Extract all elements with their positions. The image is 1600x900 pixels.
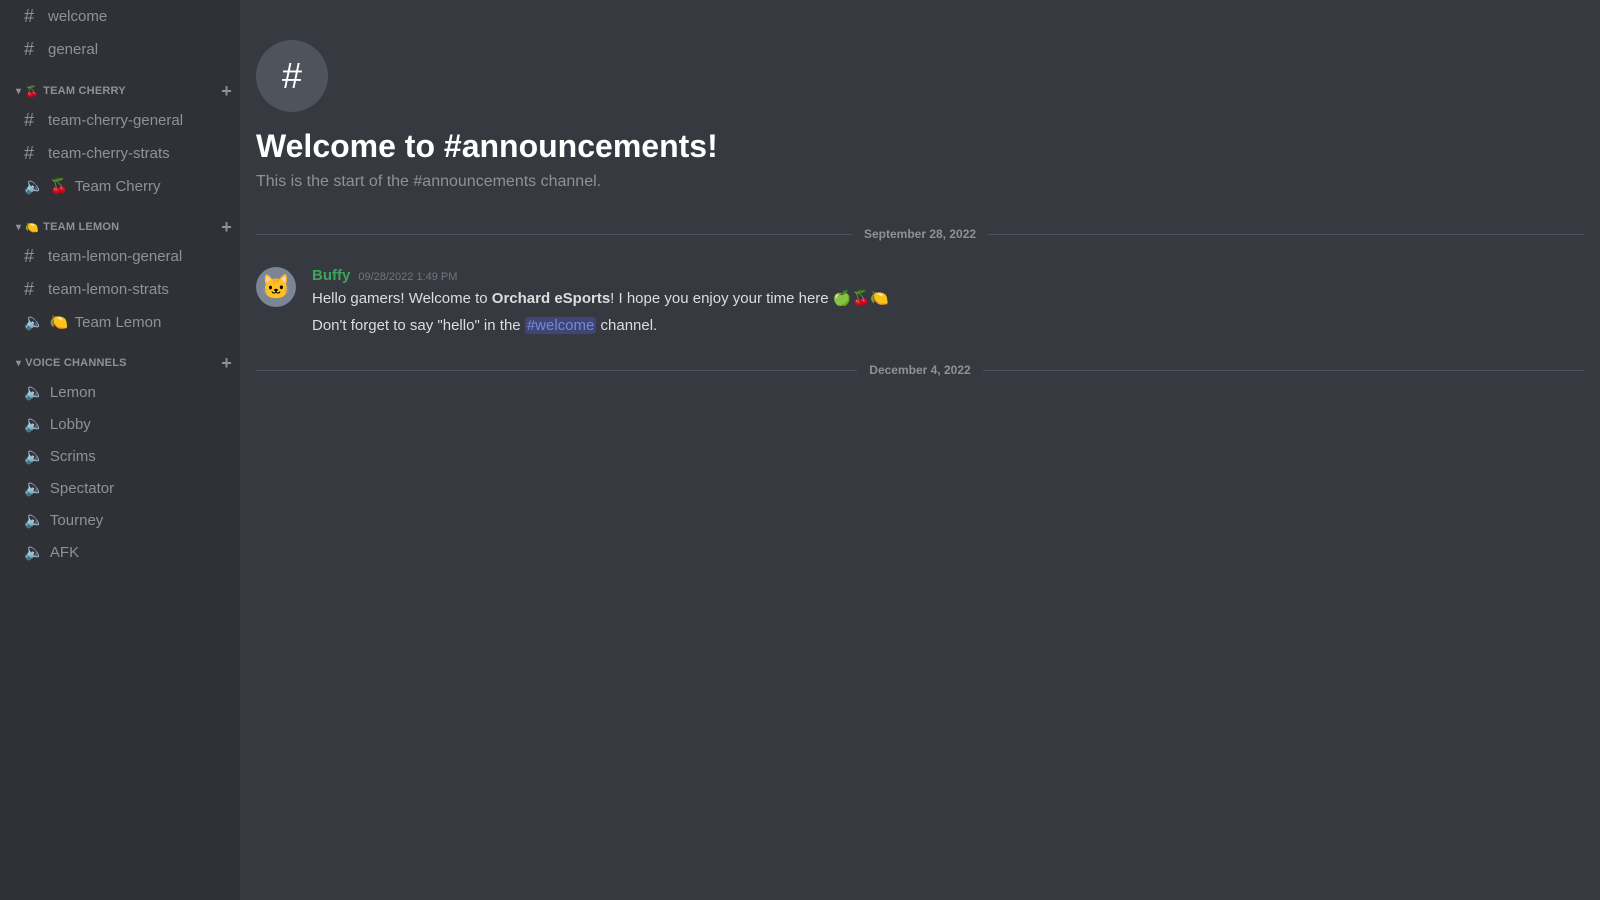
add-channel-button[interactable]: + bbox=[221, 354, 232, 372]
channel-label: AFK bbox=[50, 544, 79, 561]
date-divider-sep28: September 28, 2022 bbox=[240, 219, 1600, 249]
channel-item-welcome[interactable]: # welcome bbox=[8, 1, 232, 32]
date-divider-dec4: December 4, 2022 bbox=[240, 355, 1600, 385]
speaker-icon: 🔈 bbox=[24, 382, 44, 402]
speaker-icon: 🔈 bbox=[24, 176, 44, 196]
channel-item-team-cherry-strats[interactable]: # team-cherry-strats bbox=[8, 138, 232, 169]
category-emoji: 🍒 bbox=[25, 85, 39, 98]
voice-channel-spectator[interactable]: 🔈 Spectator bbox=[8, 473, 232, 503]
speaker-icon: 🔈 bbox=[24, 446, 44, 466]
category-team-cherry[interactable]: ▾ 🍒 TEAM CHERRY + bbox=[0, 66, 240, 104]
channel-label: team-cherry-general bbox=[48, 112, 183, 129]
chevron-icon: ▾ bbox=[16, 358, 21, 369]
category-emoji: 🍋 bbox=[25, 221, 39, 234]
bold-text: Orchard eSports bbox=[492, 290, 610, 307]
sidebar: # welcome # general ▾ 🍒 TEAM CHERRY + # … bbox=[0, 0, 240, 900]
message-buffy: 🐱 Buffy 09/28/2022 1:49 PM Hello gamers!… bbox=[240, 259, 1600, 345]
channel-item-team-cherry-general[interactable]: # team-cherry-general bbox=[8, 105, 232, 136]
channel-label: Tourney bbox=[50, 512, 103, 529]
welcome-title: Welcome to #announcements! bbox=[256, 128, 1584, 165]
message-author: Buffy bbox=[312, 267, 350, 284]
voice-channel-team-lemon[interactable]: 🔈 🍋 Team Lemon bbox=[8, 307, 232, 337]
message-content: Buffy 09/28/2022 1:49 PM Hello gamers! W… bbox=[312, 267, 1584, 337]
channel-label: Lobby bbox=[50, 416, 91, 433]
channel-label: Lemon bbox=[50, 384, 96, 401]
chevron-icon: ▾ bbox=[16, 222, 21, 233]
date-label: December 4, 2022 bbox=[869, 363, 970, 377]
speaker-icon: 🔈 bbox=[24, 478, 44, 498]
category-voice-channels[interactable]: ▾ VOICE CHANNELS + bbox=[0, 338, 240, 376]
voice-emoji: 🍒 bbox=[50, 177, 69, 195]
speaker-icon: 🔈 bbox=[24, 414, 44, 434]
voice-channel-lemon[interactable]: 🔈 Lemon bbox=[8, 377, 232, 407]
channel-label: Spectator bbox=[50, 480, 114, 497]
hash-icon: # bbox=[24, 279, 42, 300]
channel-label: Team Lemon bbox=[75, 314, 162, 331]
welcome-subtitle: This is the start of the #announcements … bbox=[256, 173, 1584, 191]
voice-emoji: 🍋 bbox=[50, 313, 69, 331]
channel-label: team-lemon-strats bbox=[48, 281, 169, 298]
voice-channel-tourney[interactable]: 🔈 Tourney bbox=[8, 505, 232, 535]
category-team-lemon[interactable]: ▾ 🍋 TEAM LEMON + bbox=[0, 202, 240, 240]
channel-label: general bbox=[48, 41, 98, 58]
message-text-line1: Hello gamers! Welcome to Orchard eSports… bbox=[312, 288, 1584, 311]
channel-welcome: # Welcome to #announcements! This is the… bbox=[240, 0, 1600, 211]
main-content: # Welcome to #announcements! This is the… bbox=[240, 0, 1600, 900]
hash-icon: # bbox=[24, 246, 42, 267]
channel-label: team-lemon-general bbox=[48, 248, 182, 265]
category-label: TEAM LEMON bbox=[43, 221, 119, 233]
category-label: TEAM CHERRY bbox=[43, 85, 126, 97]
channel-item-general[interactable]: # general bbox=[8, 34, 232, 65]
message-text-line2: Don't forget to say "hello" in the #welc… bbox=[312, 315, 1584, 338]
speaker-icon: 🔈 bbox=[24, 510, 44, 530]
message-header: Buffy 09/28/2022 1:49 PM bbox=[312, 267, 1584, 284]
channel-label: welcome bbox=[48, 8, 107, 25]
welcome-icon: # bbox=[256, 40, 328, 112]
voice-channel-team-cherry[interactable]: 🔈 🍒 Team Cherry bbox=[8, 171, 232, 201]
voice-channel-afk[interactable]: 🔈 AFK bbox=[8, 537, 232, 567]
add-channel-button[interactable]: + bbox=[221, 218, 232, 236]
channel-label: Team Cherry bbox=[75, 178, 161, 195]
channel-mention[interactable]: #welcome bbox=[525, 317, 597, 334]
channel-label: team-cherry-strats bbox=[48, 145, 170, 162]
channel-item-team-lemon-strats[interactable]: # team-lemon-strats bbox=[8, 274, 232, 305]
chevron-icon: ▾ bbox=[16, 86, 21, 97]
date-label: September 28, 2022 bbox=[864, 227, 976, 241]
message-timestamp: 09/28/2022 1:49 PM bbox=[358, 271, 457, 283]
add-channel-button[interactable]: + bbox=[221, 82, 232, 100]
category-label: VOICE CHANNELS bbox=[25, 357, 126, 369]
hash-icon: # bbox=[24, 6, 42, 27]
speaker-icon: 🔈 bbox=[24, 312, 44, 332]
voice-channel-lobby[interactable]: 🔈 Lobby bbox=[8, 409, 232, 439]
speaker-icon: 🔈 bbox=[24, 542, 44, 562]
channel-label: Scrims bbox=[50, 448, 96, 465]
channel-item-team-lemon-general[interactable]: # team-lemon-general bbox=[8, 241, 232, 272]
hash-icon: # bbox=[24, 110, 42, 131]
voice-channel-scrims[interactable]: 🔈 Scrims bbox=[8, 441, 232, 471]
avatar: 🐱 bbox=[256, 267, 296, 307]
messages-area[interactable]: # Welcome to #announcements! This is the… bbox=[240, 0, 1600, 900]
hash-icon: # bbox=[24, 143, 42, 164]
hash-icon: # bbox=[24, 39, 42, 60]
